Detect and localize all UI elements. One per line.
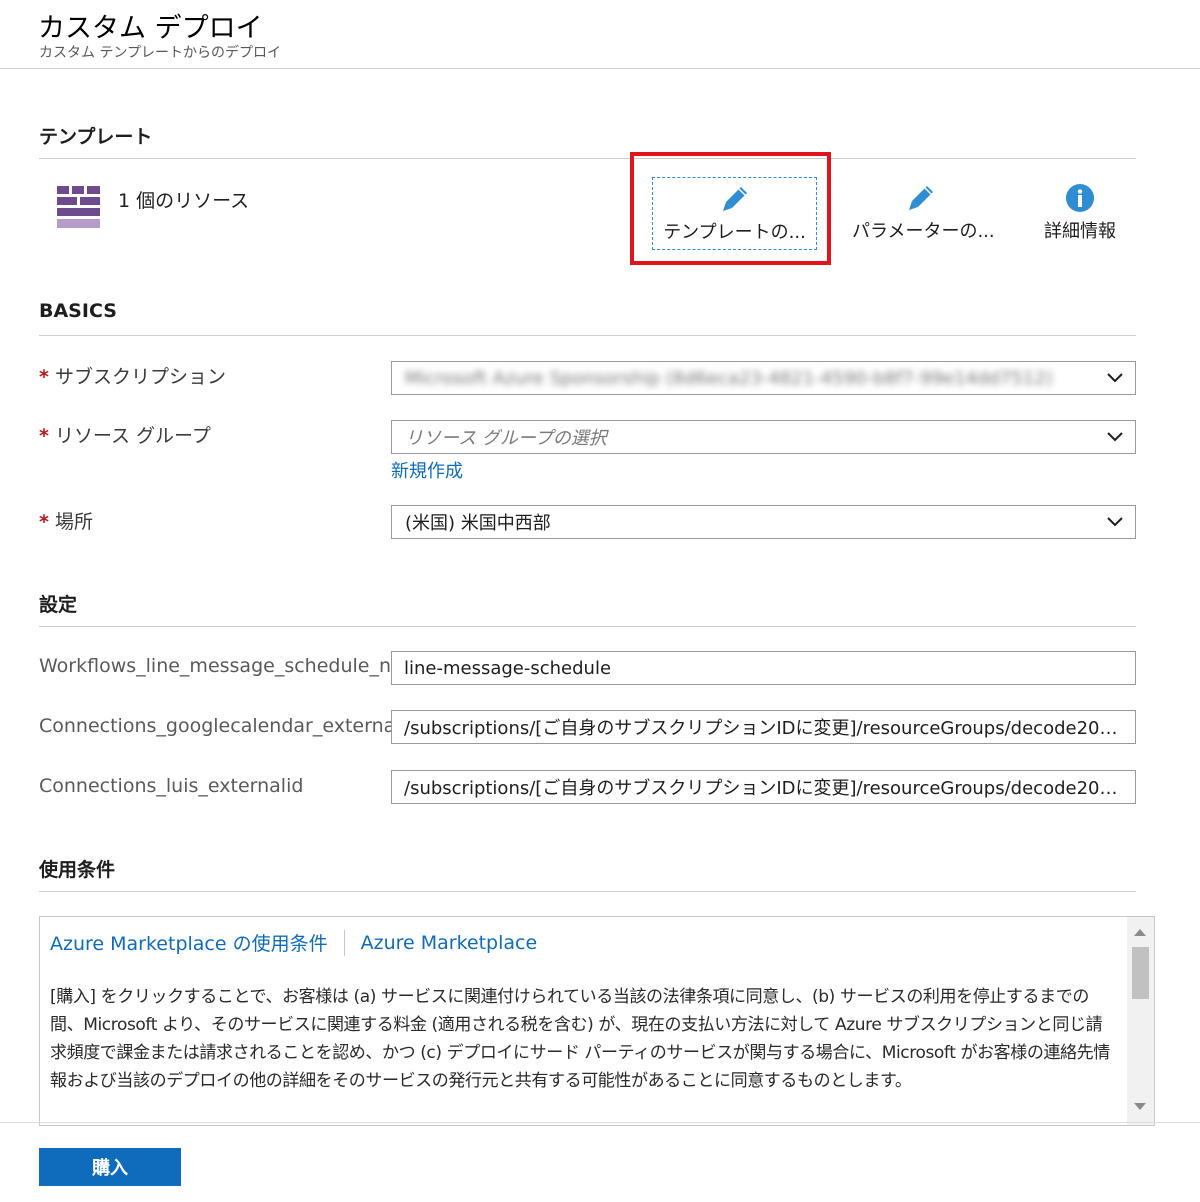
resource-group-label-text: リソース グループ bbox=[54, 425, 211, 447]
resource-group-select[interactable]: リソース グループの選択 bbox=[391, 420, 1136, 454]
param-label-workflow-name: Workflows_line_message_schedule_name bbox=[39, 655, 391, 677]
info-icon bbox=[1066, 184, 1094, 212]
scroll-down-icon[interactable] bbox=[1134, 1103, 1146, 1110]
param-input-workflow-name[interactable]: line-message-schedule bbox=[391, 651, 1136, 685]
required-star: * bbox=[39, 425, 49, 447]
edit-parameters-label: パラメーターの... bbox=[852, 221, 995, 242]
location-label-text: 場所 bbox=[54, 511, 93, 533]
template-section-title: テンプレート bbox=[39, 126, 153, 148]
required-star: * bbox=[39, 366, 49, 388]
link-separator bbox=[343, 929, 345, 956]
param-value-googlecalendar-externalid: /subscriptions/[ご自身のサブスクリプションIDに変更]/reso… bbox=[404, 718, 1123, 739]
purchase-button[interactable]: 購入 bbox=[39, 1148, 181, 1186]
subscription-value: Microsoft Azure Sponsorship (8d6eca23-48… bbox=[405, 367, 1053, 389]
learn-more-label: 詳細情報 bbox=[1044, 221, 1116, 242]
param-input-googlecalendar-externalid[interactable]: /subscriptions/[ご自身のサブスクリプションIDに変更]/reso… bbox=[391, 710, 1136, 744]
resource-group-placeholder: リソース グループの選択 bbox=[405, 428, 607, 449]
param-input-luis-externalid[interactable]: /subscriptions/[ご自身のサブスクリプションIDに変更]/reso… bbox=[391, 770, 1136, 804]
edit-parameters-button[interactable]: パラメーターの... bbox=[852, 183, 995, 243]
param-value-luis-externalid: /subscriptions/[ご自身のサブスクリプションIDに変更]/reso… bbox=[404, 778, 1123, 799]
edit-template-label: テンプレートの... bbox=[663, 222, 806, 243]
edit-template-button[interactable]: テンプレートの... bbox=[652, 177, 817, 250]
settings-section-title: 設定 bbox=[39, 594, 78, 616]
create-new-resource-group-link[interactable]: 新規作成 bbox=[391, 457, 463, 483]
param-value-workflow-name: line-message-schedule bbox=[404, 657, 612, 679]
terms-links: Azure Marketplace の使用条件 Azure Marketplac… bbox=[50, 929, 537, 956]
location-value: (米国) 米国中西部 bbox=[405, 513, 551, 534]
location-select[interactable]: (米国) 米国中西部 bbox=[391, 505, 1136, 539]
page-title: カスタム デプロイ bbox=[38, 13, 263, 44]
settings-divider bbox=[39, 626, 1136, 627]
terms-body: [購入] をクリックすることで、お客様は (a) サービスに関連付けられている当… bbox=[50, 987, 1110, 1091]
basics-section-title: BASICS bbox=[39, 300, 117, 322]
scroll-up-icon[interactable] bbox=[1134, 929, 1146, 936]
subscription-select[interactable]: Microsoft Azure Sponsorship (8d6eca23-48… bbox=[391, 361, 1136, 395]
azure-marketplace-link[interactable]: Azure Marketplace bbox=[361, 932, 538, 954]
param-label-googlecalendar-externalid: Connections_googlecalendar_externalid bbox=[39, 715, 391, 737]
resource-group-label: * リソース グループ bbox=[39, 421, 211, 448]
template-divider bbox=[39, 158, 1136, 159]
basics-divider bbox=[39, 335, 1136, 336]
location-label: * 場所 bbox=[39, 507, 93, 534]
chevron-down-icon bbox=[1095, 421, 1135, 453]
marketplace-terms-link[interactable]: Azure Marketplace の使用条件 bbox=[50, 929, 328, 956]
param-label-luis-externalid: Connections_luis_externalid bbox=[39, 775, 304, 797]
terms-section-title: 使用条件 bbox=[39, 859, 116, 881]
terms-scrollbar[interactable] bbox=[1127, 917, 1154, 1125]
chevron-down-icon bbox=[1095, 506, 1135, 538]
footer-divider bbox=[0, 1122, 1200, 1123]
terms-divider bbox=[39, 891, 1136, 892]
resource-grid-icon bbox=[57, 186, 100, 228]
subscription-label: * サブスクリプション bbox=[39, 362, 226, 389]
page-subtitle: カスタム テンプレートからのデプロイ bbox=[39, 45, 282, 61]
pencil-icon bbox=[722, 187, 747, 211]
scroll-thumb[interactable] bbox=[1132, 947, 1149, 999]
learn-more-button[interactable]: 詳細情報 bbox=[1030, 183, 1130, 243]
pencil-icon bbox=[909, 186, 933, 210]
required-star: * bbox=[39, 511, 49, 533]
header-divider bbox=[0, 68, 1200, 69]
terms-panel: Azure Marketplace の使用条件 Azure Marketplac… bbox=[39, 916, 1155, 1126]
chevron-down-icon bbox=[1095, 362, 1135, 394]
subscription-label-text: サブスクリプション bbox=[54, 366, 226, 388]
resource-count-label: 1 個のリソース bbox=[118, 190, 250, 212]
